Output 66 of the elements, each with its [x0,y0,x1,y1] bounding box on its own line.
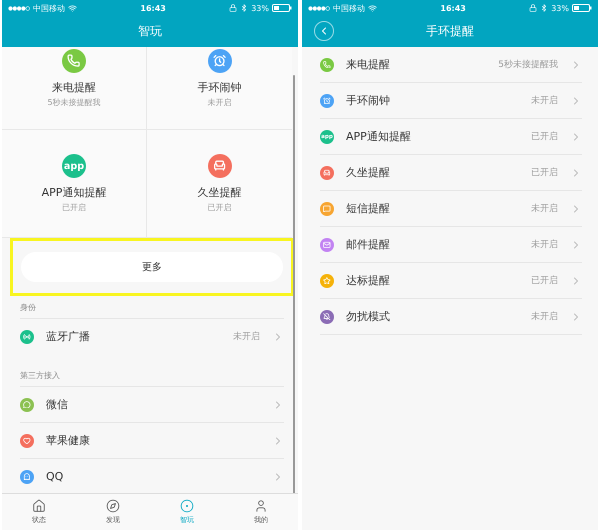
row-label: 达标提醒 [346,273,391,288]
row-value: 未开启 [531,310,558,323]
settings-row[interactable]: 微信 [20,386,284,422]
battery-percent: 33% [551,4,569,12]
tile-label: 久坐提醒 [198,185,242,200]
row-value: 未开启 [531,202,558,215]
row-label: 蓝牙广播 [46,329,91,344]
tile-status: 已开启 [62,202,86,213]
screen-title: 手环提醒 [426,23,474,40]
target-icon [180,499,194,513]
row-value: 已开启 [531,274,558,287]
section-heading: 第三方接入 [20,370,60,381]
home-icon [32,499,46,513]
lock-icon [229,4,238,12]
row-label: 手环闹钟 [346,93,391,108]
wifi-icon [368,4,377,12]
tile-status: 5秒未接提醒我 [47,97,101,108]
carrier-name: 中国移动 [33,2,65,14]
battery-icon [272,4,292,12]
row-value: 已开启 [531,130,558,143]
signal-icon [8,6,30,10]
row-label: 微信 [46,397,69,412]
tile-status: 未开启 [208,97,232,108]
settings-row[interactable]: 久坐提醒 已开启 [320,155,582,191]
more-button[interactable]: 更多 [21,252,283,282]
settings-row[interactable]: 达标提醒 已开启 [320,263,582,299]
settings-row[interactable]: 来电提醒 5秒未接提醒我 [320,47,582,83]
row-label: 勿扰模式 [346,309,391,324]
tile-label: APP通知提醒 [42,185,106,200]
tile-label: 手环闹钟 [198,80,242,95]
settings-row[interactable]: 短信提醒 未开启 [320,191,582,227]
row-value: 5秒未接提醒我 [498,58,558,71]
lock-icon [529,4,538,12]
settings-row[interactable]: 勿扰模式 未开启 [320,299,582,335]
row-label: 短信提醒 [346,201,391,216]
section-heading: 身份 [20,302,36,313]
row-label: 来电提醒 [346,57,391,72]
row-value: 已开启 [531,166,558,179]
row-value: 未开启 [531,94,558,107]
carrier-name: 中国移动 [333,2,365,14]
tile-label: 来电提醒 [52,80,96,95]
clock-time: 16:43 [140,4,166,12]
bluetooth-icon [540,4,548,12]
tile-status: 已开启 [208,202,232,213]
app-icon: app [62,154,86,178]
battery-icon [572,4,592,12]
back-button[interactable] [314,21,334,41]
row-value: 未开启 [531,238,558,251]
row-label: 苹果健康 [46,433,91,448]
user-icon [254,499,268,513]
row-label: QQ [46,470,64,483]
row-label: APP通知提醒 [346,129,412,144]
row-label: 邮件提醒 [346,237,391,252]
settings-row[interactable]: 手环闹钟 未开启 [320,83,582,119]
settings-row[interactable]: 蓝牙广播 未开启 [20,318,284,354]
signal-icon [308,6,330,10]
row-label: 久坐提醒 [346,165,391,180]
screen-title: 智玩 [138,23,162,40]
wifi-icon [68,4,77,12]
battery-percent: 33% [251,4,269,12]
compass-icon [106,499,120,513]
settings-row[interactable]: 邮件提醒 未开启 [320,227,582,263]
settings-row[interactable]: 苹果健康 [20,422,284,458]
clock-time: 16:43 [440,4,466,12]
bluetooth-icon [240,4,248,12]
row-value: 未开启 [233,330,260,343]
